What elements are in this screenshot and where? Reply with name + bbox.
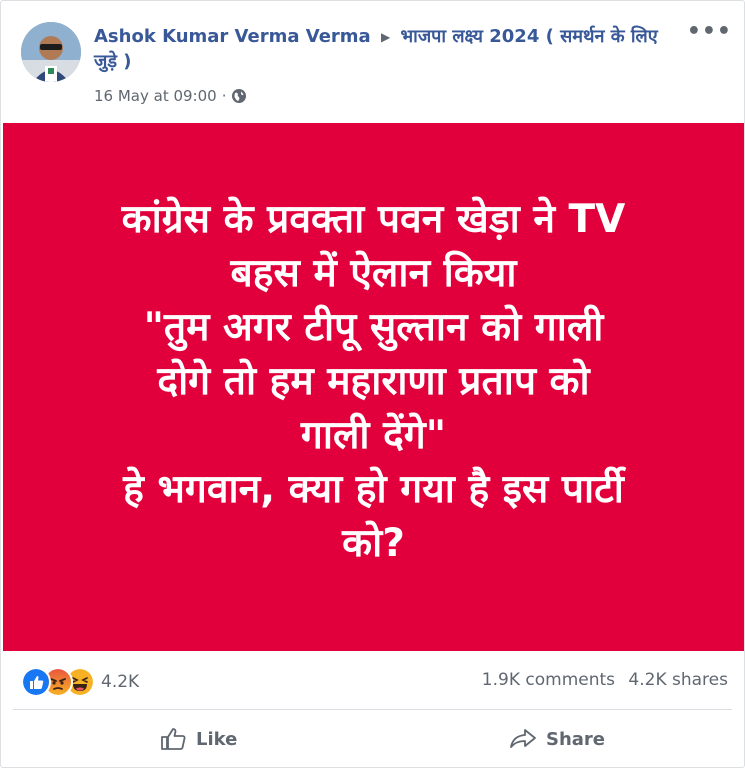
post-header: Ashok Kumar Verma Verma ▶ भाजपा लक्ष्य 2… [94,25,684,74]
image-text-line: "तुम अगर टीपू सुल्तान को गाली [143,305,604,350]
image-text-line: को? [342,521,405,566]
like-reaction-icon [21,667,51,697]
timestamp-link[interactable]: 16 May at 09:00 [94,87,217,105]
shares-count-link[interactable]: 4.2K shares [628,670,728,690]
image-text-line: हे भगवान, क्या हो गया है इस पार्टी [123,467,624,512]
facebook-post: Ashok Kumar Verma Verma ▶ भाजपा लक्ष्य 2… [0,0,745,768]
more-options-button[interactable]: ••• [687,19,732,44]
reaction-count: 4.2K [101,672,140,692]
thumbs-up-icon [161,728,186,750]
post-meta: 16 May at 09:00 · [94,87,247,105]
image-text-line: गाली देंगे" [300,413,447,458]
post-image[interactable]: कांग्रेस के प्रवक्ता पवन खेड़ा ने TV बहस… [3,123,744,651]
like-label: Like [196,728,238,750]
share-button[interactable]: Share [508,727,605,751]
shared-to-arrow-icon: ▶ [380,30,391,44]
image-text: कांग्रेस के प्रवक्ता पवन खेड़ा ने TV बहस… [54,193,694,571]
reaction-summary[interactable]: 4.2K [21,667,139,697]
image-text-line: कांग्रेस के प्रवक्ता पवन खेड़ा ने TV [121,197,626,242]
avatar[interactable] [21,22,81,82]
image-text-line: बहस में ऐलान किया [230,251,517,296]
like-button[interactable]: Like [160,727,237,751]
share-label: Share [546,728,606,750]
divider [13,709,732,710]
author-name-link[interactable]: Ashok Kumar Verma Verma [94,26,371,47]
engagement-stats: 1.9K comments 4.2K shares [474,670,728,690]
meta-separator: · [221,87,227,105]
image-text-line: दोगे तो हम महाराणा प्रताप को [157,359,590,404]
globe-icon[interactable] [231,88,247,104]
share-icon [510,729,536,748]
comments-count-link[interactable]: 1.9K comments [482,670,615,690]
